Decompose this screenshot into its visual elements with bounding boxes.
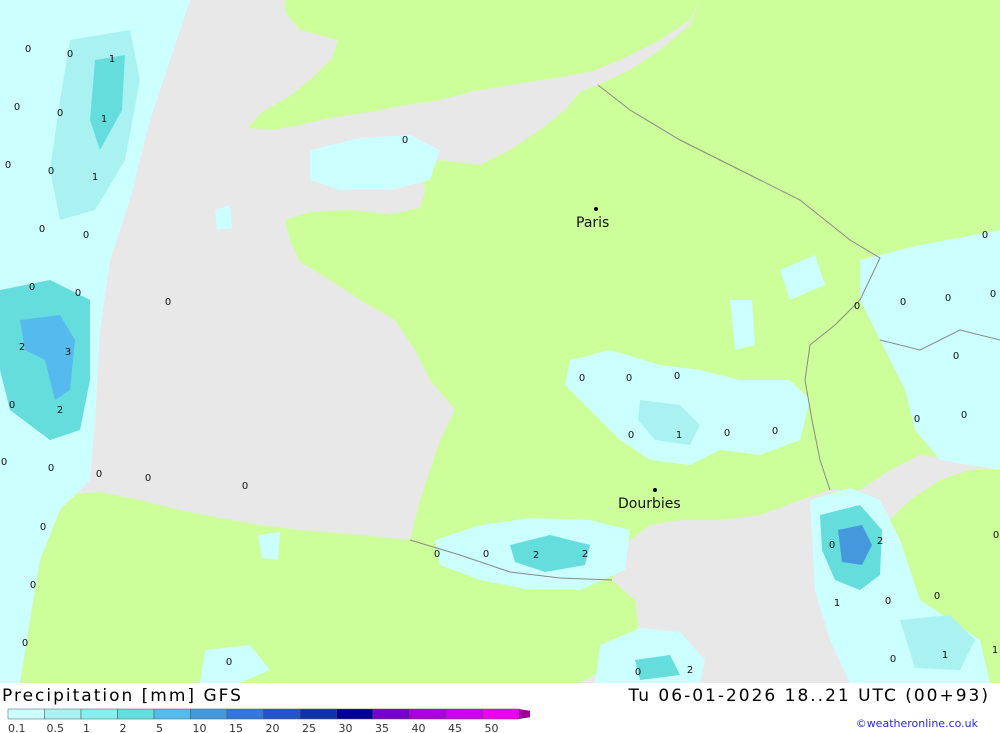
legend-color-boxes <box>7 708 530 720</box>
legend-label: 20 <box>266 722 280 733</box>
precip-value-label: 0 <box>635 667 641 678</box>
legend-label: 30 <box>339 722 353 733</box>
precip-value-label: 2 <box>877 536 883 547</box>
legend-label: 1 <box>83 722 90 733</box>
precip-value-label: 1 <box>834 598 840 609</box>
legend-color-box <box>372 708 410 720</box>
legend-overflow-arrow <box>519 709 530 719</box>
precip-value-label: 0 <box>483 549 489 560</box>
precip-value-label: 0 <box>434 549 440 560</box>
precip-value-label: 0 <box>402 135 408 146</box>
precip-value-label: 0 <box>961 410 967 421</box>
precip-value-label: 0 <box>83 230 89 241</box>
legend-label: 0.1 <box>8 722 26 733</box>
precip-value-label: 0 <box>990 289 996 300</box>
precip-value-label: 0 <box>772 426 778 437</box>
precip-value-label: 0 <box>30 580 36 591</box>
forecast-datetime: Tu 06-01-2026 18..21 UTC (00+93) <box>628 686 990 706</box>
precip-value-label: 2 <box>687 665 693 676</box>
legend-color-box <box>263 708 301 720</box>
precip-value-label: 0 <box>579 373 585 384</box>
precip-value-label: 0 <box>226 657 232 668</box>
precip-value-label: 0 <box>1 457 7 468</box>
map-title: Precipitation [mm] GFS <box>2 686 243 706</box>
legend-color-box <box>44 708 82 720</box>
city-label-dourbies: Dourbies <box>618 496 681 512</box>
legend-label: 35 <box>375 722 389 733</box>
precip-value-label: 0 <box>96 469 102 480</box>
legend-label: 50 <box>485 722 499 733</box>
precip-value-label: 0 <box>25 44 31 55</box>
legend-label: 5 <box>156 722 163 733</box>
legend-label: 40 <box>412 722 426 733</box>
legend-color-box <box>190 708 228 720</box>
precip-value-label: 1 <box>109 54 115 65</box>
legend-label: 10 <box>193 722 207 733</box>
precip-value-label: 2 <box>19 342 25 353</box>
precip-value-label: 0 <box>145 473 151 484</box>
city-dot-dourbies <box>653 488 657 492</box>
precip-value-label: 1 <box>101 114 107 125</box>
legend-color-box <box>226 708 264 720</box>
precip-value-label: 0 <box>982 230 988 241</box>
precip-value-label: 1 <box>992 645 998 656</box>
precip-value-label: 0 <box>48 463 54 474</box>
legend-color-box <box>336 708 374 720</box>
precip-value-label: 2 <box>57 405 63 416</box>
precip-value-label: 0 <box>242 481 248 492</box>
precip-value-label: 0 <box>854 301 860 312</box>
precip-value-label: 1 <box>676 430 682 441</box>
precip-value-label: 0 <box>724 428 730 439</box>
precip-value-label: 0 <box>67 49 73 60</box>
precip-value-label: 0 <box>22 638 28 649</box>
precip-value-label: 0 <box>993 530 999 541</box>
precip-value-label: 0 <box>914 414 920 425</box>
precipitation-legend: 0.1 0.5 1 2 5 10 15 20 25 30 35 40 45 50 <box>7 708 530 733</box>
legend-color-box <box>299 708 337 720</box>
precipitation-map: Paris Dourbies 0 0 1 0 0 1 0 0 1 0 0 0 0 0 2 3 0 2 0 0 0 0 0 0 0 0… <box>0 0 1000 683</box>
legend-color-box <box>153 708 191 720</box>
legend-label: 15 <box>229 722 243 733</box>
precip-value-label: 0 <box>5 160 11 171</box>
legend-color-box <box>409 708 447 720</box>
legend-color-box <box>7 708 45 720</box>
precip-value-label: 0 <box>945 293 951 304</box>
precip-value-label: 0 <box>14 102 20 113</box>
precip-value-label: 0 <box>57 108 63 119</box>
city-dot-paris <box>594 207 598 211</box>
legend-color-box <box>445 708 483 720</box>
precip-value-label: 0 <box>48 166 54 177</box>
precip-value-label: 0 <box>890 654 896 665</box>
precip-value-label: 0 <box>628 430 634 441</box>
precip-value-label: 0 <box>900 297 906 308</box>
legend-label: 45 <box>448 722 462 733</box>
precip-value-label: 0 <box>885 596 891 607</box>
legend-color-box <box>117 708 155 720</box>
credit-link[interactable]: ©weatheronline.co.uk <box>856 717 978 730</box>
precip-value-label: 0 <box>934 591 940 602</box>
precip-value-label: 2 <box>582 549 588 560</box>
precip-value-label: 0 <box>40 522 46 533</box>
precip-value-label: 0 <box>626 373 632 384</box>
legend-label: 0.5 <box>47 722 65 733</box>
legend-color-box <box>482 708 520 720</box>
precip-value-label: 0 <box>165 297 171 308</box>
legend-label: 2 <box>120 722 127 733</box>
legend-label: 25 <box>302 722 316 733</box>
precip-value-label: 0 <box>953 351 959 362</box>
precip-value-label: 1 <box>92 172 98 183</box>
precip-value-label: 1 <box>942 650 948 661</box>
precip-value-label: 0 <box>829 540 835 551</box>
precip-value-label: 2 <box>533 550 539 561</box>
precip-value-label: 0 <box>9 400 15 411</box>
precip-value-label: 0 <box>39 224 45 235</box>
precip-value-label: 0 <box>75 288 81 299</box>
precip-value-label: 3 <box>65 347 71 358</box>
legend-color-box <box>80 708 118 720</box>
precip-value-label: 0 <box>29 282 35 293</box>
legend-labels: 0.1 0.5 1 2 5 10 15 20 25 30 35 40 45 50 <box>8 722 499 733</box>
precip-value-label: 0 <box>674 371 680 382</box>
city-label-paris: Paris <box>576 215 609 231</box>
